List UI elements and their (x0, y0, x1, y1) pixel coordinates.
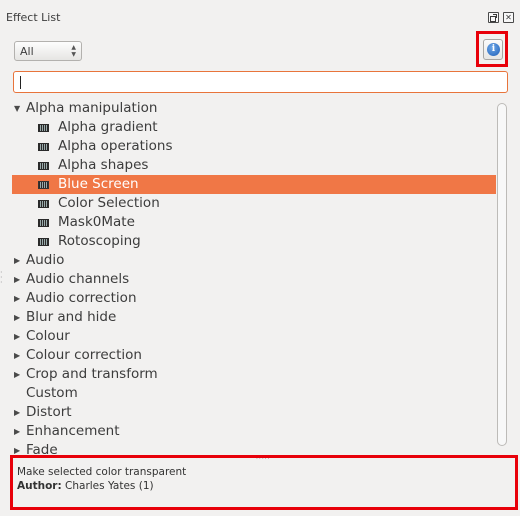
tree-category-label: Colour correction (26, 347, 142, 363)
close-icon[interactable]: ✕ (503, 12, 514, 23)
tree-item-label: Color Selection (58, 195, 160, 211)
expand-arrow-down-icon[interactable]: ▼ (14, 99, 20, 118)
expand-arrow-right-icon[interactable]: ▶ (14, 270, 20, 289)
tree-item-label: Alpha gradient (58, 119, 158, 135)
tree-category[interactable]: ▶ Crop and transform (12, 365, 496, 384)
expand-arrow-right-icon[interactable]: ▶ (14, 422, 20, 441)
info-button[interactable]: i (483, 39, 503, 60)
expand-arrow-right-icon[interactable]: ▶ (14, 289, 20, 308)
tree-item-label: Blue Screen (58, 176, 139, 192)
tree-category-label: Colour (26, 328, 70, 344)
tree-category-label: Crop and transform (26, 366, 158, 382)
expand-arrow-right-icon[interactable]: ▶ (14, 251, 20, 270)
tree-category-label: Audio correction (26, 290, 137, 306)
tree-category[interactable]: ▼ Alpha manipulation (12, 99, 496, 118)
tree-category[interactable]: ▶ Audio (12, 251, 496, 270)
tree-category-label: Audio channels (26, 271, 130, 287)
tree-category[interactable]: Custom (12, 384, 496, 403)
tree-category-label: Distort (26, 404, 72, 420)
resize-grip-icon[interactable]: · · · (0, 269, 3, 287)
tree-item[interactable]: Alpha operations (12, 137, 496, 156)
film-strip-icon (38, 238, 49, 246)
tree-category[interactable]: ▶ Audio channels (12, 270, 496, 289)
tree-item-label: Mask0Mate (58, 214, 135, 230)
film-strip-icon (38, 143, 49, 151)
film-strip-icon (38, 181, 49, 189)
tree-item[interactable]: Alpha shapes (12, 156, 496, 175)
film-strip-icon (38, 200, 49, 208)
tree-item[interactable]: Alpha gradient (12, 118, 496, 137)
film-strip-icon (38, 162, 49, 170)
expand-arrow-right-icon[interactable]: ▶ (14, 308, 20, 327)
tree-category[interactable]: ▶ Distort (12, 403, 496, 422)
panel-title-buttons: ✕ (488, 12, 514, 23)
info-icon: i (487, 43, 500, 56)
tree-category-label: Alpha manipulation (26, 100, 158, 116)
tree-category[interactable]: ▶ Blur and hide (12, 308, 496, 327)
expand-arrow-right-icon[interactable]: ▶ (14, 327, 20, 346)
film-strip-icon (38, 219, 49, 227)
film-strip-icon (38, 124, 49, 132)
tree-category-label: Blur and hide (26, 309, 117, 325)
description-text: Make selected color transparent (17, 466, 187, 478)
filter-combobox[interactable]: All ▲ ▼ (14, 41, 82, 61)
tree-item-selected[interactable]: Blue Screen (12, 175, 496, 194)
text-caret (20, 76, 21, 89)
tree-category-label: Fade (26, 442, 58, 454)
tree-category[interactable]: ▶ Enhancement (12, 422, 496, 441)
tree-item[interactable]: Mask0Mate (12, 213, 496, 232)
combo-arrows-icon: ▲ ▼ (71, 44, 76, 58)
tree-item[interactable]: Color Selection (12, 194, 496, 213)
tree-category-label: Custom (26, 385, 78, 401)
expand-arrow-right-icon[interactable]: ▶ (14, 441, 20, 454)
tree-category-label: Enhancement (26, 423, 120, 439)
filter-selected: All (20, 45, 34, 58)
tree-category[interactable]: ▶ Audio correction (12, 289, 496, 308)
effect-description: Make selected color transparent Author: … (17, 465, 186, 493)
tree-scrollbar[interactable] (496, 99, 509, 454)
author-line: Author: Charles Yates (1) (17, 479, 186, 493)
tree-category[interactable]: ▶ Fade (12, 441, 496, 454)
tree-category[interactable]: ▶ Colour correction (12, 346, 496, 365)
author-label: Author: (17, 480, 62, 492)
tree-category[interactable]: ▶ Colour (12, 327, 496, 346)
expand-arrow-right-icon[interactable]: ▶ (14, 365, 20, 384)
expand-arrow-right-icon[interactable]: ▶ (14, 346, 20, 365)
search-input[interactable] (13, 71, 508, 93)
effect-tree: ▼ Alpha manipulation Alpha gradient Alpha o… (12, 99, 496, 454)
tree-category-label: Audio (26, 252, 65, 268)
tree-item[interactable]: Rotoscoping (12, 232, 496, 251)
tree-item-label: Rotoscoping (58, 233, 141, 249)
panel-title: Effect List (6, 11, 61, 24)
scrollbar-thumb[interactable] (497, 103, 507, 446)
tree-item-label: Alpha shapes (58, 157, 149, 173)
float-icon[interactable] (488, 12, 499, 23)
expand-arrow-right-icon[interactable]: ▶ (14, 403, 20, 422)
tree-item-label: Alpha operations (58, 138, 173, 154)
author-value: Charles Yates (1) (65, 480, 154, 492)
